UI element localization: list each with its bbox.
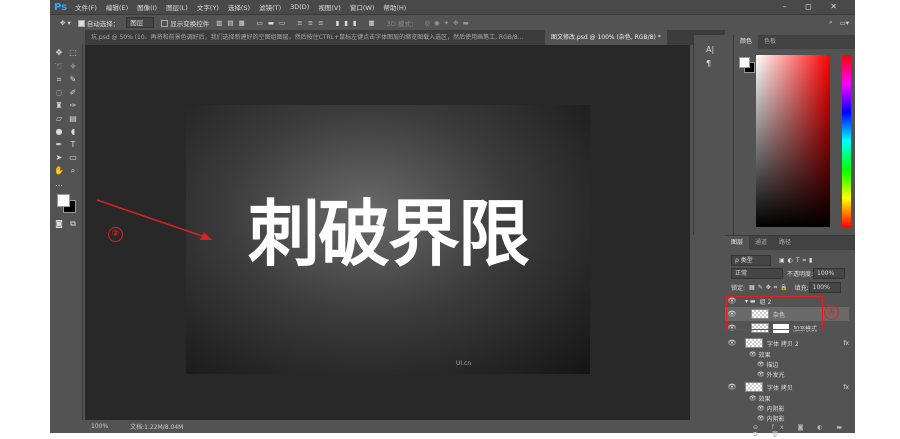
color-fg-swatch[interactable]: [739, 57, 750, 68]
foreground-color-swatch[interactable]: [57, 194, 70, 207]
annotation-arrow: [96, 199, 212, 240]
